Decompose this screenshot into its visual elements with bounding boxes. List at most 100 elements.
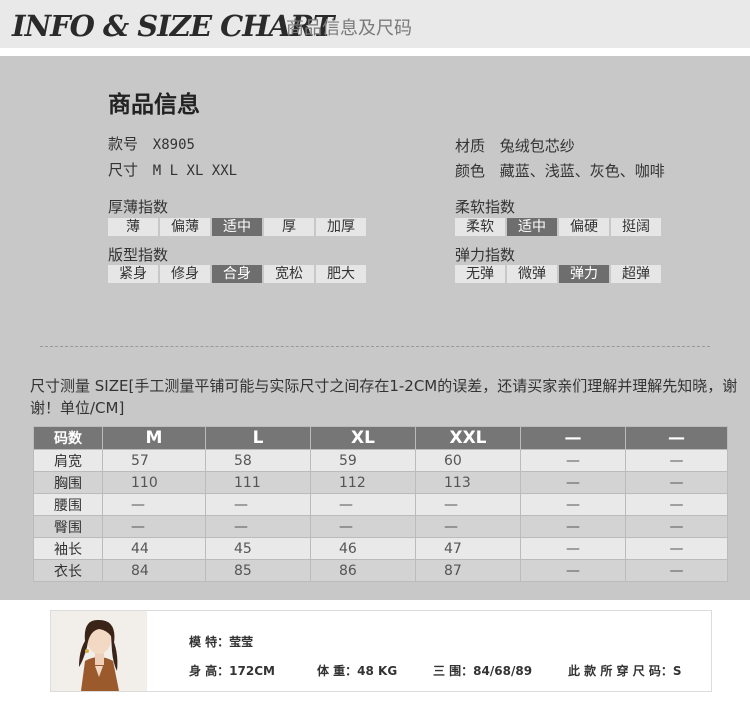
table-row: 腰围 — — — — — —: [33, 493, 728, 516]
table-cell: 112: [310, 471, 416, 494]
sizes-label: 尺寸: [108, 161, 139, 179]
model-photo: [51, 611, 147, 691]
material-value: 兔绒包芯纱: [499, 137, 575, 155]
table-cell: —: [415, 515, 521, 538]
sizes-row: 尺寸 M L XL XXL: [108, 159, 237, 180]
table-row-label: 臀围: [33, 515, 103, 538]
table-cell: 87: [415, 559, 521, 582]
table-cell: —: [520, 559, 626, 582]
fit-index-label: 版型指数: [108, 246, 169, 264]
table-row: 衣长 84 85 86 87— —: [33, 559, 728, 582]
thickness-index-option: 偏薄: [160, 218, 210, 236]
table-cell: 113: [415, 471, 521, 494]
model-weight: 体 重：48 KG: [317, 664, 398, 678]
table-row-label: 胸围: [33, 471, 103, 494]
table-cell: —: [310, 493, 416, 516]
elasticity-index-label: 弹力指数: [455, 246, 516, 264]
table-cell: —: [102, 493, 206, 516]
table-cell: 57: [102, 449, 206, 472]
thickness-index-option: 适中: [212, 218, 262, 236]
elasticity-index-option: 弹力: [559, 265, 609, 283]
table-cell: 111: [205, 471, 311, 494]
table-cell: 44: [102, 537, 206, 560]
fit-index-option: 合身: [212, 265, 262, 283]
size-table-header-cell: M: [102, 426, 206, 450]
table-row-label: 衣长: [33, 559, 103, 582]
table-row: 胸围 110 111 112 113— —: [33, 471, 728, 494]
header-title-cn: 商品信息及尺码: [286, 18, 412, 39]
size-table-header-cell: —: [520, 426, 626, 450]
elasticity-index-option: 无弹: [455, 265, 505, 283]
table-row: 肩宽 57 58 59 60— —: [33, 449, 728, 472]
table-cell: 86: [310, 559, 416, 582]
header-bar: INFO & SIZE CHART 商品信息及尺码: [0, 0, 750, 48]
sizes-value: M L XL XXL: [152, 163, 238, 179]
table-cell: 84: [102, 559, 206, 582]
size-table-header-cell: XL: [310, 426, 416, 450]
table-cell: —: [625, 493, 728, 516]
size-table-header-cell: L: [205, 426, 311, 450]
material-row: 材质 兔绒包芯纱: [455, 135, 575, 156]
softness-index-scale: 柔软 适中 偏硬 挺阔: [455, 218, 661, 236]
table-cell: —: [625, 471, 728, 494]
table-cell: —: [310, 515, 416, 538]
thickness-index-option: 厚: [264, 218, 314, 236]
style-no-label: 款号: [108, 135, 139, 153]
table-cell: —: [520, 537, 626, 560]
table-cell: —: [520, 471, 626, 494]
table-cell: 46: [310, 537, 416, 560]
table-cell: 47: [415, 537, 521, 560]
fit-index-scale: 紧身 修身 合身 宽松 肥大: [108, 265, 366, 283]
size-table: 码数 M L XL XXL — — 肩宽 57 58 59 60— — 胸围 110 111 112 113— — 腰…: [33, 426, 728, 582]
thickness-index-option: 薄: [108, 218, 158, 236]
table-cell: —: [625, 559, 728, 582]
colors-value: 藏蓝、浅蓝、灰色、咖啡: [499, 162, 665, 180]
table-cell: 59: [310, 449, 416, 472]
table-row-label: 袖长: [33, 537, 103, 560]
softness-index-option: 挺阔: [611, 218, 661, 236]
dashed-divider: [40, 346, 710, 347]
table-cell: —: [520, 493, 626, 516]
table-cell: 45: [205, 537, 311, 560]
model-name: 模 特：莹莹: [189, 635, 254, 649]
thickness-index-label: 厚薄指数: [108, 198, 169, 216]
model-info-box: 模 特：莹莹 身 高：172CM 体 重：48 KG 三 围：84/68/89 …: [50, 610, 712, 692]
table-row: 臀围 — — — — — —: [33, 515, 728, 538]
size-table-header-cell: XXL: [415, 426, 521, 450]
elasticity-index-option: 微弹: [507, 265, 557, 283]
table-cell: —: [625, 515, 728, 538]
size-table-header: 码数 M L XL XXL — —: [33, 426, 728, 450]
table-cell: —: [625, 537, 728, 560]
table-row-label: 腰围: [33, 493, 103, 516]
material-label: 材质: [455, 137, 486, 155]
table-cell: 60: [415, 449, 521, 472]
table-row: 袖长 44 45 46 47— —: [33, 537, 728, 560]
model-height: 身 高：172CM: [189, 664, 275, 678]
table-cell: —: [520, 515, 626, 538]
product-info-title: 商品信息: [108, 91, 200, 118]
table-cell: 110: [102, 471, 206, 494]
softness-index-option: 偏硬: [559, 218, 609, 236]
size-note: 尺寸测量 SIZE[手工测量平铺可能与实际尺寸之间存在1-2CM的误差，还请买家…: [30, 377, 738, 417]
table-cell: —: [520, 449, 626, 472]
table-cell: 58: [205, 449, 311, 472]
table-cell: —: [205, 515, 311, 538]
elasticity-index-option: 超弹: [611, 265, 661, 283]
header-divider: [0, 48, 750, 56]
colors-label: 颜色: [455, 162, 486, 180]
elasticity-index-scale: 无弹 微弹 弹力 超弹: [455, 265, 661, 283]
fit-index-option: 宽松: [264, 265, 314, 283]
softness-index-label: 柔软指数: [455, 198, 516, 216]
model-measurements: 三 围：84/68/89: [433, 664, 533, 678]
fit-index-option: 肥大: [316, 265, 366, 283]
thickness-index-scale: 薄偏薄 适中厚加厚: [108, 218, 366, 236]
fit-index-option: 紧身: [108, 265, 158, 283]
table-cell: —: [205, 493, 311, 516]
style-no-value: X8905: [152, 137, 195, 153]
fit-index-option: 修身: [160, 265, 210, 283]
table-row-label: 肩宽: [33, 449, 103, 472]
softness-index-option: 柔软: [455, 218, 505, 236]
table-cell: —: [415, 493, 521, 516]
model-size-worn: 此 款 所 穿 尺 码：S: [568, 664, 682, 678]
colors-row: 颜色 藏蓝、浅蓝、灰色、咖啡: [455, 160, 665, 181]
